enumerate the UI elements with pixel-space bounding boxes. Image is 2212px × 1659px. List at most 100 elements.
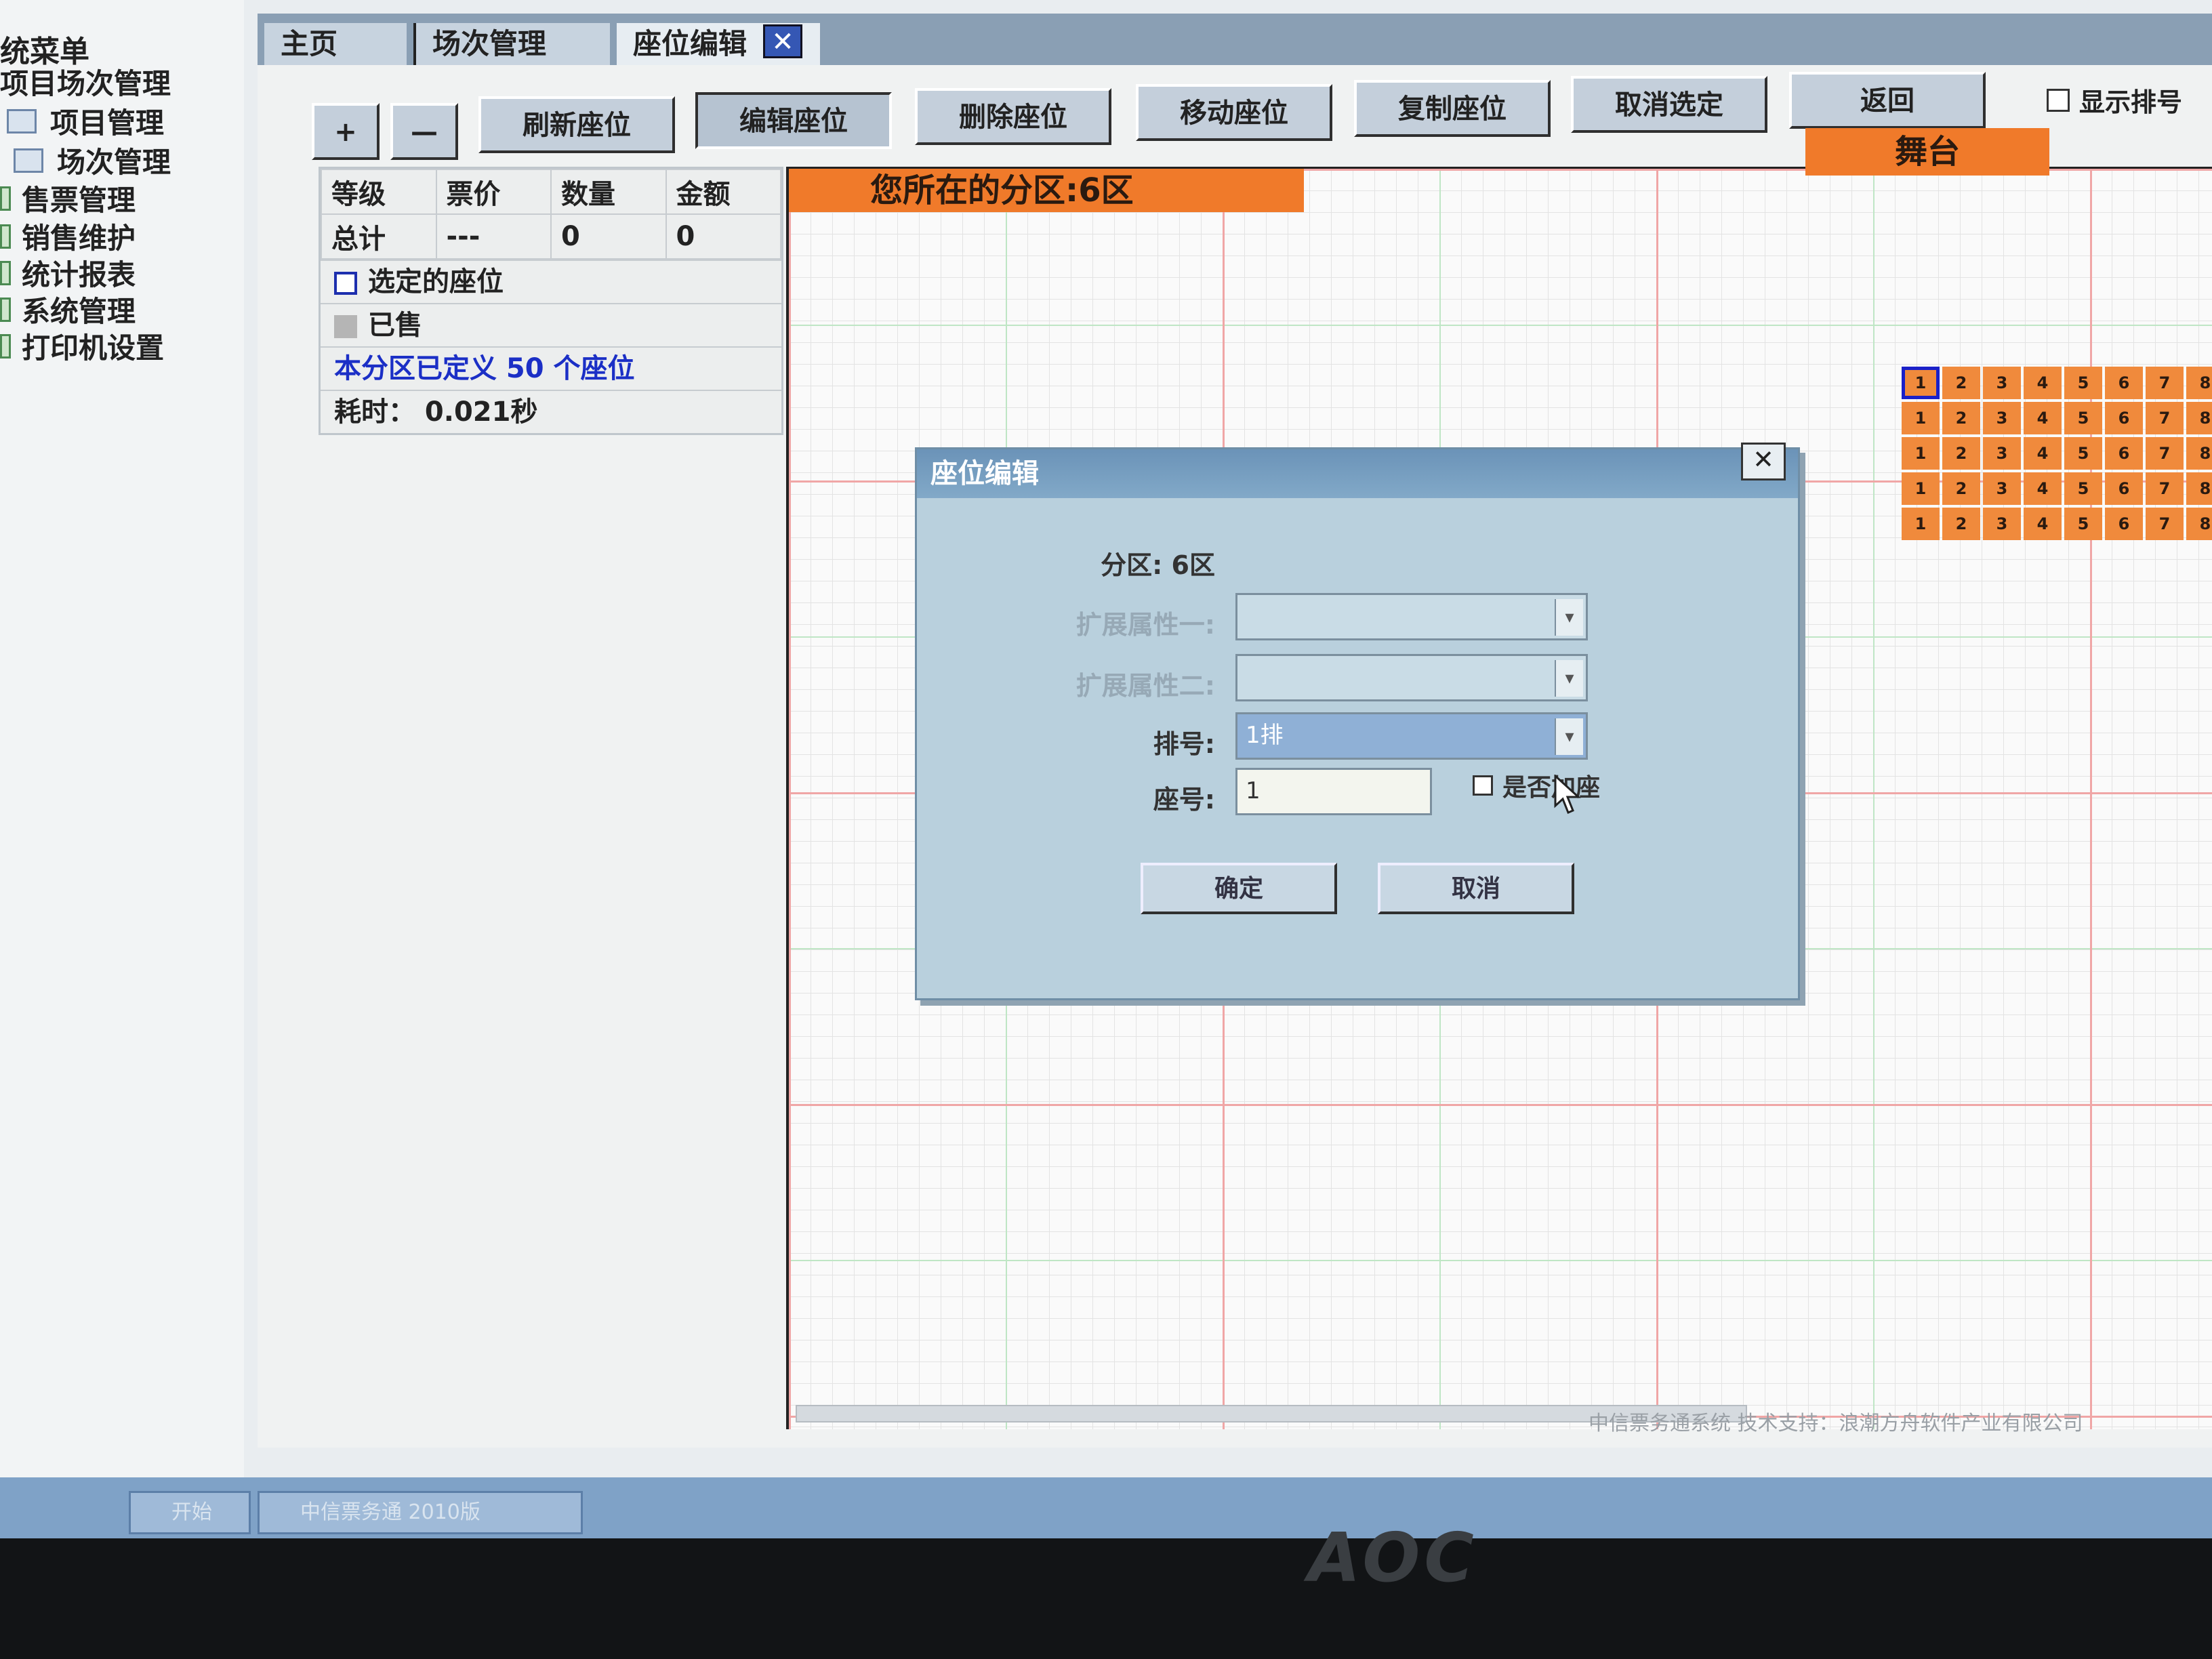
seat[interactable]: 7 <box>2146 508 2184 540</box>
nav-item-project-session[interactable]: 项目场次管理 <box>0 61 171 102</box>
ok-button[interactable]: 确定 <box>1141 863 1337 914</box>
seat[interactable]: 6 <box>2105 508 2143 540</box>
seat[interactable]: 7 <box>2146 472 2184 505</box>
nav-item-label: 项目场次管理 <box>0 67 171 100</box>
seat[interactable]: 4 <box>2024 402 2062 434</box>
seat[interactable]: 7 <box>2146 367 2184 399</box>
seat[interactable]: 4 <box>2024 508 2062 540</box>
table-cell: --- <box>435 213 552 260</box>
seat[interactable]: 2 <box>1942 402 1980 434</box>
seat[interactable]: 3 <box>1983 437 2021 470</box>
seat[interactable]: 6 <box>2105 437 2143 470</box>
seat[interactable]: 6 <box>2105 367 2143 399</box>
seat[interactable]: 6 <box>2105 402 2143 434</box>
seat-number-label: 座号: <box>1153 785 1215 815</box>
tab-home[interactable]: 主页 <box>264 23 407 65</box>
cancel-button[interactable]: 取消 <box>1378 863 1574 914</box>
checkbox-label: 是否加座 <box>1502 774 1601 802</box>
footer-credits: 中信票务通系统 技术支持：浪潮方舟软件产业有限公司 <box>1589 1412 2083 1435</box>
seat[interactable]: 4 <box>2024 437 2062 470</box>
nav-item-sales-maintenance[interactable]: 销售维护 <box>0 216 136 257</box>
seat[interactable]: 2 <box>1942 508 1980 540</box>
seat[interactable]: 8 <box>2186 472 2212 505</box>
nav-item-system[interactable]: 系统管理 <box>0 289 136 330</box>
seat[interactable]: 3 <box>1983 508 2021 540</box>
seat[interactable]: 6 <box>2105 472 2143 505</box>
move-seats-button[interactable]: 移动座位 <box>1136 84 1332 141</box>
ext-attr2-select[interactable]: ▾ <box>1235 654 1588 701</box>
back-button[interactable]: 返回 <box>1789 72 1986 129</box>
table-cell: 总计 <box>321 213 437 260</box>
nav-item-ticketing[interactable]: 售票管理 <box>0 178 136 219</box>
folder-icon <box>0 224 11 249</box>
nav-item-statistics[interactable]: 统计报表 <box>0 252 136 293</box>
tab-label: 座位编辑 <box>633 27 747 60</box>
seat[interactable]: 5 <box>2064 508 2102 540</box>
table-icon <box>14 148 43 173</box>
chevron-down-icon[interactable]: ▾ <box>1555 660 1583 697</box>
seat-selected[interactable]: 1 <box>1902 367 1940 399</box>
seat[interactable]: 2 <box>1942 472 1980 505</box>
close-icon[interactable]: ✕ <box>1741 443 1786 480</box>
seat[interactable]: 1 <box>1902 472 1940 505</box>
cancel-selection-button[interactable]: 取消选定 <box>1571 76 1767 133</box>
seat[interactable]: 7 <box>2146 402 2184 434</box>
nav-item-label: 项目管理 <box>50 106 165 140</box>
tab-session-management[interactable]: 场次管理 <box>413 23 610 65</box>
chevron-down-icon[interactable]: ▾ <box>1555 599 1583 636</box>
chevron-down-icon[interactable]: ▾ <box>1555 718 1583 755</box>
nav-item-session[interactable]: 场次管理 <box>14 140 171 181</box>
remove-row-button[interactable]: — <box>390 103 458 160</box>
dialog-titlebar[interactable]: 座位编辑 <box>917 449 1798 498</box>
taskbar-app-button[interactable]: 中信票务通 2010版 <box>258 1491 583 1534</box>
nav-item-label: 场次管理 <box>57 146 171 179</box>
seat[interactable]: 7 <box>2146 437 2184 470</box>
seat[interactable]: 1 <box>1902 508 1940 540</box>
table-cell: 0 <box>550 213 667 260</box>
seat[interactable]: 3 <box>1983 472 2021 505</box>
seat[interactable]: 8 <box>2186 437 2212 470</box>
seat[interactable]: 8 <box>2186 402 2212 434</box>
seat-row: 12345678910 <box>1900 506 2212 541</box>
nav-item-printer[interactable]: 打印机设置 <box>0 325 164 367</box>
seat-row: 12345678910 <box>1900 401 2212 436</box>
refresh-seats-button[interactable]: 刷新座位 <box>478 96 675 153</box>
column-header: 等级 <box>321 169 437 215</box>
seat[interactable]: 3 <box>1983 402 2021 434</box>
seat[interactable]: 5 <box>2064 367 2102 399</box>
zone-label-text: 分区: <box>1101 550 1163 580</box>
seat-number-input[interactable]: 1 <box>1235 768 1432 815</box>
checkbox-box[interactable] <box>2047 88 2070 112</box>
checkbox-box[interactable] <box>1473 775 1493 796</box>
legend-selected: 选定的座位 <box>321 260 781 303</box>
add-row-button[interactable]: + <box>312 103 380 160</box>
seat[interactable]: 5 <box>2064 437 2102 470</box>
table-header-row: 等级 票价 数量 金额 <box>321 169 781 215</box>
row-label: 排号: <box>1153 729 1215 759</box>
seat[interactable]: 5 <box>2064 402 2102 434</box>
elapsed-time: 耗时： 0.021秒 <box>321 390 781 433</box>
seat-row: 12345678910 <box>1900 471 2212 506</box>
seat[interactable]: 4 <box>2024 472 2062 505</box>
seat[interactable]: 4 <box>2024 367 2062 399</box>
close-icon[interactable]: ✕ <box>763 24 802 58</box>
seat[interactable]: 8 <box>2186 367 2212 399</box>
nav-item-project[interactable]: 项目管理 <box>7 100 164 142</box>
seat[interactable]: 3 <box>1983 367 2021 399</box>
show-row-numbers-checkbox[interactable]: 显示排号 <box>2047 81 2182 119</box>
seat[interactable]: 1 <box>1902 437 1940 470</box>
checkbox-label: 显示排号 <box>2079 87 2183 117</box>
delete-seats-button[interactable]: 删除座位 <box>915 88 1111 145</box>
row-select[interactable]: 1排 ▾ <box>1235 712 1588 760</box>
ext-attr1-select[interactable]: ▾ <box>1235 593 1588 640</box>
seat[interactable]: 1 <box>1902 402 1940 434</box>
seat[interactable]: 5 <box>2064 472 2102 505</box>
seat[interactable]: 2 <box>1942 367 1980 399</box>
edit-seats-button[interactable]: 编辑座位 <box>695 92 892 149</box>
seat[interactable]: 8 <box>2186 508 2212 540</box>
table-cell: 0 <box>665 213 781 260</box>
legend-label: 选定的座位 <box>368 266 504 298</box>
start-button[interactable]: 开始 <box>129 1491 251 1534</box>
seat[interactable]: 2 <box>1942 437 1980 470</box>
copy-seats-button[interactable]: 复制座位 <box>1354 80 1551 137</box>
